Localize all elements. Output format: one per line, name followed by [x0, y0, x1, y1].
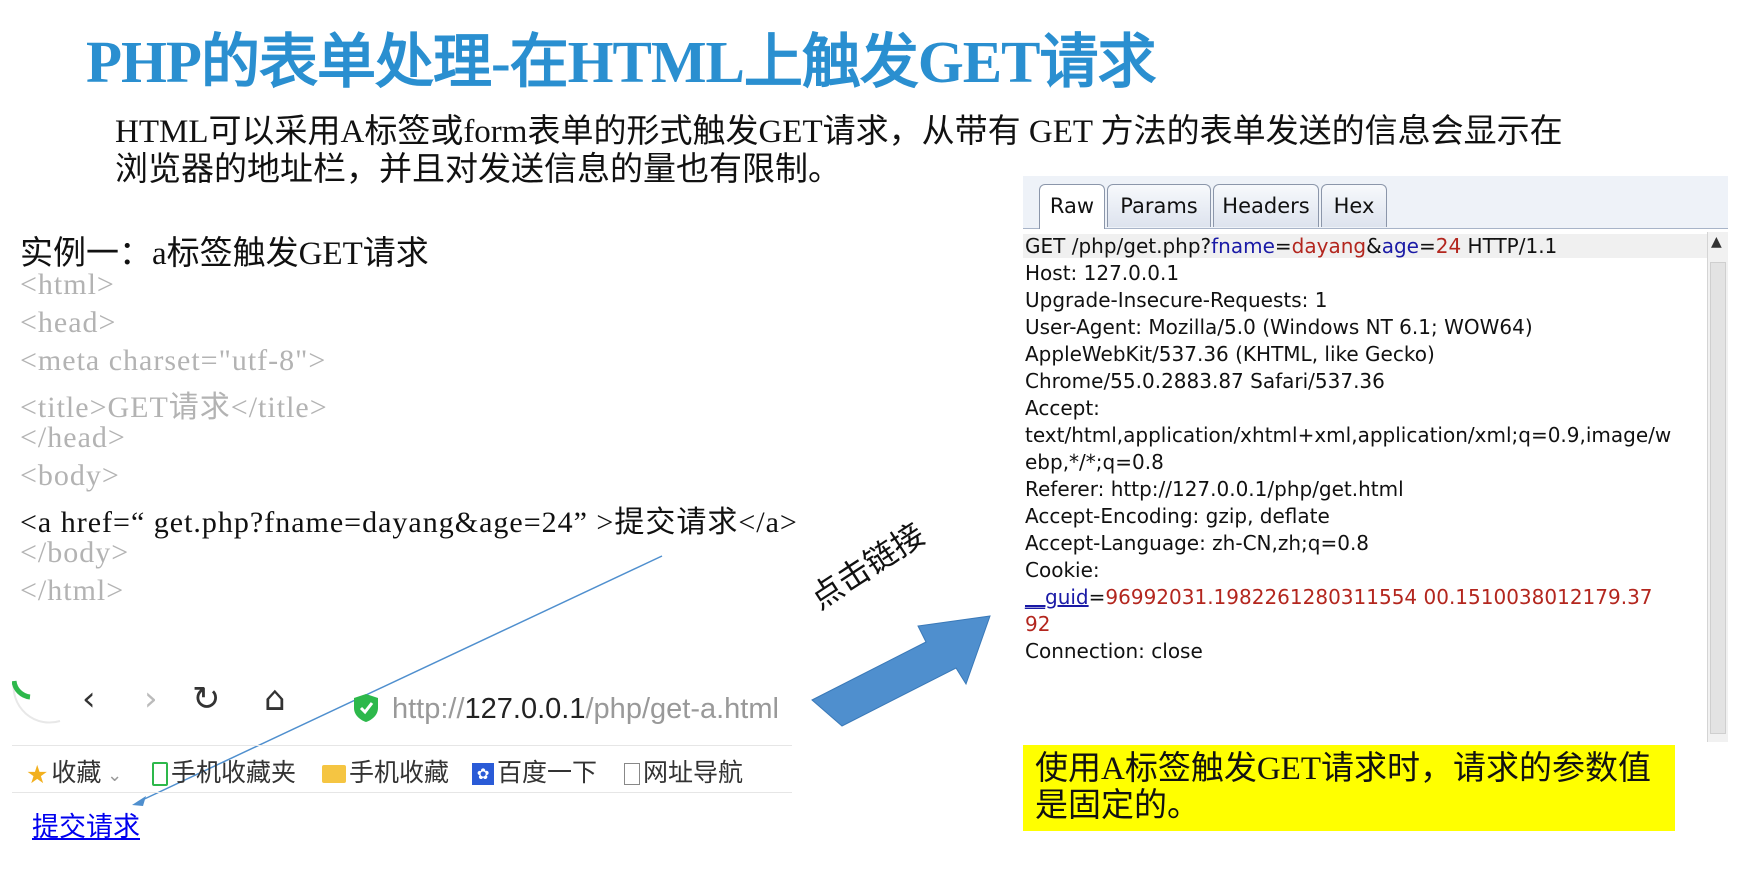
tab-params[interactable]: Params — [1107, 184, 1211, 227]
url-scheme: http:// — [392, 693, 465, 725]
url-host: 127.0.0.1 — [464, 693, 586, 725]
page-icon — [624, 763, 640, 785]
tab-raw[interactable]: Raw — [1039, 184, 1105, 229]
cookie-line: __guid=96992031.1982261280311554 00.1510… — [1025, 585, 1653, 609]
header-line: Chrome/55.0.2883.87 Safari/537.36 — [1025, 369, 1385, 393]
request-viewer: Raw Params Headers Hex GET /php/get.php?… — [1023, 176, 1728, 742]
browser-window: ‹ › ↻ ⌂ http://127.0.0.1/php/get-a.html … — [12, 665, 792, 855]
request-tabs: Raw Params Headers Hex — [1023, 176, 1728, 229]
scrollbar-thumb[interactable] — [1710, 262, 1726, 734]
phone-icon — [152, 762, 168, 786]
back-icon[interactable]: ‹ — [82, 679, 96, 719]
header-line: Connection: close — [1025, 639, 1203, 663]
baidu-paw-icon: ✿ — [472, 763, 494, 785]
vertical-scrollbar[interactable]: ▲ — [1707, 232, 1728, 742]
bookmark-mobile-folder[interactable]: 手机收藏夹 — [152, 753, 296, 789]
header-line: Host: 127.0.0.1 — [1025, 261, 1180, 285]
header-line: AppleWebKit/537.36 (KHTML, like Gecko) — [1025, 342, 1435, 366]
header-line: Accept: — [1025, 396, 1100, 420]
bookmark-baidu[interactable]: ✿ 百度一下 — [472, 753, 597, 789]
address-bar[interactable]: http://127.0.0.1/php/get-a.html — [392, 693, 779, 726]
header-line: Accept-Encoding: gzip, deflate — [1025, 504, 1330, 528]
header-line: Upgrade-Insecure-Requests: 1 — [1025, 288, 1328, 312]
header-line: Accept-Language: zh-CN,zh;q=0.8 — [1025, 531, 1370, 555]
bookmark-favorites[interactable]: ★ 收藏 ⌄ — [26, 753, 122, 789]
bookmark-mobile[interactable]: 手机收藏 — [322, 753, 449, 789]
bookmarks-bar: ★ 收藏 ⌄ 手机收藏夹 手机收藏 ✿ 百度一下 网址导航 — [12, 745, 792, 793]
url-path: /php/get-a.html — [585, 693, 779, 725]
note-box: 使用A标签触发GET请求时，请求的参数值是固定的。 — [1023, 745, 1675, 831]
scroll-up-icon[interactable]: ▲ — [1711, 234, 1722, 250]
header-line: User-Agent: Mozilla/5.0 (Windows NT 6.1;… — [1025, 315, 1533, 339]
bookmark-nav[interactable]: 网址导航 — [624, 753, 743, 789]
header-line: text/html,application/xhtml+xml,applicat… — [1025, 423, 1672, 447]
chevron-down-icon: ⌄ — [101, 765, 123, 786]
header-line: Referer: http://127.0.0.1/php/get.html — [1025, 477, 1404, 501]
request-line: GET /php/get.php?fname=dayang&age=24 HTT… — [1023, 234, 1707, 258]
tab-headers[interactable]: Headers — [1213, 184, 1319, 227]
shield-icon — [354, 694, 378, 722]
forward-icon[interactable]: › — [144, 679, 158, 719]
home-icon[interactable]: ⌂ — [264, 679, 286, 719]
browser-logo-icon — [12, 680, 61, 724]
raw-request-text[interactable]: GET /php/get.php?fname=dayang&age=24 HTT… — [1023, 232, 1707, 742]
reload-icon[interactable]: ↻ — [192, 679, 221, 719]
browser-nav-bar: ‹ › ↻ ⌂ http://127.0.0.1/php/get-a.html — [12, 665, 792, 737]
star-icon: ★ — [26, 759, 49, 789]
header-line: Cookie: — [1025, 558, 1100, 582]
header-line: ebp,*/*;q=0.8 — [1025, 450, 1164, 474]
folder-icon — [322, 765, 346, 783]
tab-hex[interactable]: Hex — [1321, 184, 1387, 227]
submit-request-link[interactable]: 提交请求 — [32, 805, 140, 844]
cookie-line-cont: 92 — [1025, 612, 1051, 636]
